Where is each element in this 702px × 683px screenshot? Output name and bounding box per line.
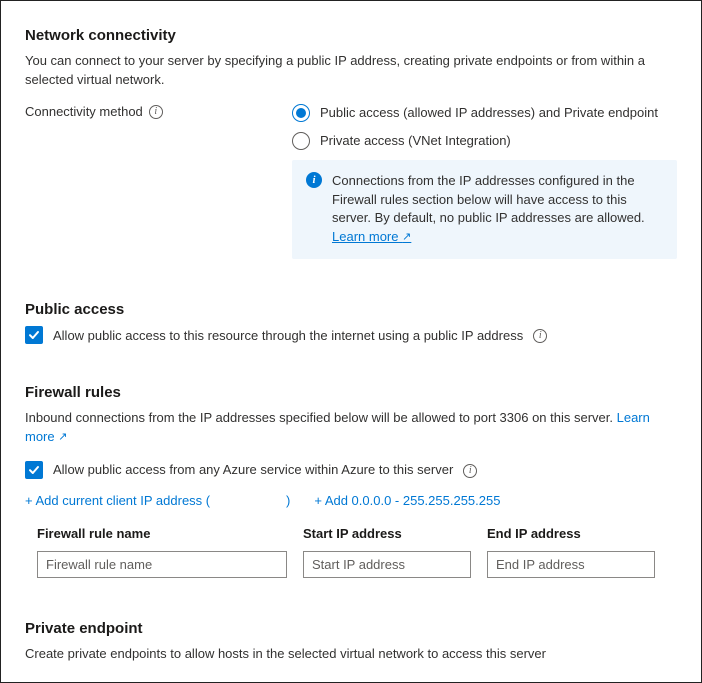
connectivity-method-fields: Public access (allowed IP addresses) and… [292, 104, 677, 259]
end-ip-input[interactable] [487, 551, 655, 578]
info-icon[interactable]: i [533, 329, 547, 343]
radio-private-access[interactable]: Private access (VNet Integration) [292, 132, 677, 150]
radio-public-label: Public access (allowed IP addresses) and… [320, 105, 658, 120]
col-rule-name: Firewall rule name [37, 526, 287, 541]
radio-public-access[interactable]: Public access (allowed IP addresses) and… [292, 104, 677, 122]
start-ip-input[interactable] [303, 551, 471, 578]
connectivity-method-label: Connectivity method [25, 104, 143, 119]
connectivity-info-box: i Connections from the IP addresses conf… [292, 160, 677, 259]
network-connectivity-desc: You can connect to your server by specif… [25, 52, 677, 90]
connectivity-info-text: Connections from the IP addresses config… [332, 172, 663, 247]
info-icon[interactable]: i [463, 464, 477, 478]
add-client-ip-link[interactable]: + Add current client IP address ( ) [25, 493, 290, 508]
public-access-title: Public access [25, 301, 677, 318]
azure-services-checkbox-row[interactable]: Allow public access from any Azure servi… [25, 461, 677, 479]
public-access-checkbox-row[interactable]: Allow public access to this resource thr… [25, 326, 677, 344]
connectivity-method-row: Connectivity method i Public access (all… [25, 104, 677, 259]
private-endpoint-desc: Create private endpoints to allow hosts … [25, 645, 677, 664]
checkbox-checked-icon [25, 461, 43, 479]
info-circle-icon: i [306, 172, 322, 188]
public-access-checkbox-label: Allow public access to this resource thr… [53, 328, 523, 343]
rule-name-input[interactable] [37, 551, 287, 578]
radio-icon [292, 104, 310, 122]
col-start-ip: Start IP address [303, 526, 471, 541]
info-icon[interactable]: i [149, 105, 163, 119]
azure-services-checkbox-label: Allow public access from any Azure servi… [53, 462, 453, 477]
info-text-body: Connections from the IP addresses config… [332, 173, 645, 226]
external-link-icon: ↗ [58, 431, 67, 443]
firewall-table-header: Firewall rule name Start IP address End … [25, 526, 677, 541]
radio-private-label: Private access (VNet Integration) [320, 133, 511, 148]
private-endpoint-title: Private endpoint [25, 620, 677, 637]
checkbox-checked-icon [25, 326, 43, 344]
add-full-range-link[interactable]: + Add 0.0.0.0 - 255.255.255.255 [314, 493, 500, 508]
connectivity-method-label-col: Connectivity method i [25, 104, 280, 259]
learn-more-link[interactable]: Learn more ↗ [332, 229, 411, 244]
external-link-icon: ↗ [402, 231, 411, 243]
firewall-table-row [25, 551, 677, 578]
network-connectivity-title: Network connectivity [25, 27, 677, 44]
firewall-rules-desc-text: Inbound connections from the IP addresse… [25, 410, 617, 425]
col-end-ip: End IP address [487, 526, 655, 541]
firewall-rules-desc: Inbound connections from the IP addresse… [25, 409, 677, 447]
firewall-rules-title: Firewall rules [25, 384, 677, 401]
radio-icon [292, 132, 310, 150]
firewall-add-links: + Add current client IP address ( ) + Ad… [25, 493, 677, 508]
